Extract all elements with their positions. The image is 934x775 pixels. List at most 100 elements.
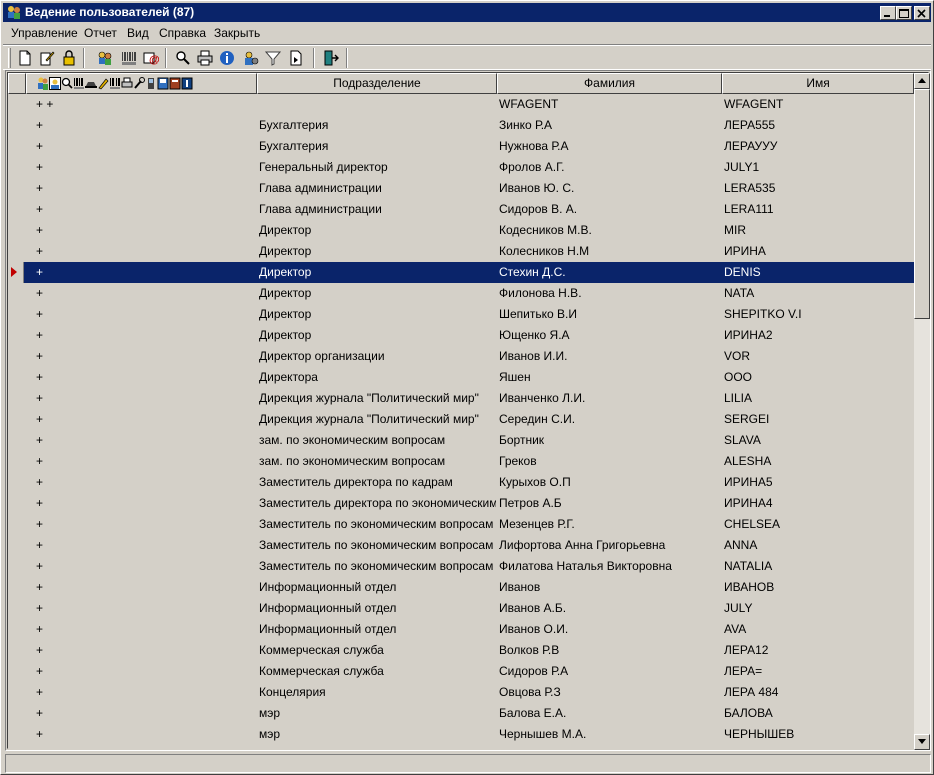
edit-button[interactable]: [37, 48, 57, 68]
header-indicator: [8, 73, 26, 94]
row-flags: +: [36, 370, 44, 384]
cell-last-name: Овцова Р.З: [499, 685, 561, 699]
toolbar-grip[interactable]: [8, 48, 11, 68]
header-first-name[interactable]: Имя: [722, 73, 914, 94]
settings-button[interactable]: [241, 48, 261, 68]
close-button[interactable]: [914, 6, 930, 20]
vertical-scrollbar[interactable]: [914, 73, 930, 750]
table-row[interactable]: + Заместитель директора по экономическим П…: [8, 493, 914, 514]
table-row[interactable]: + зам. по экономическим вопросам Бортник SL…: [8, 430, 914, 451]
table-row[interactable]: + Глава администрации Иванов Ю. С. LERA535: [8, 178, 914, 199]
exit-button[interactable]: [321, 48, 341, 68]
table-row[interactable]: + зам. по экономическим вопросам Греков ALE…: [8, 451, 914, 472]
table-row[interactable]: + Дирекция журнала "Политический мир" Сере…: [8, 409, 914, 430]
cell-last-name: Сидоров Р.А: [499, 664, 569, 678]
edit-icon: [40, 51, 55, 66]
table-row[interactable]: + Концелярия Овцова Р.З ЛЕРА 484: [8, 682, 914, 703]
user-photo-icon: [49, 77, 61, 90]
cell-last-name: Колесников Н.М: [499, 244, 590, 258]
row-flags: +: [36, 517, 44, 531]
header-department[interactable]: Подразделение: [257, 73, 497, 94]
cell-department: Заместитель по экономическим вопросам: [259, 517, 494, 531]
cell-first-name: WFAGENT: [724, 97, 784, 111]
table-row[interactable]: + Директор Ющенко Я.А ИРИНА2: [8, 325, 914, 346]
print-button[interactable]: [195, 48, 215, 68]
cell-first-name: ИРИНА2: [724, 328, 773, 342]
table-row[interactable]: + Директор Стехин Д.С. DENIS: [8, 262, 914, 283]
scroll-thumb[interactable]: [914, 89, 930, 319]
cell-first-name: SHEPITKO V.I: [724, 307, 802, 321]
exit-icon: [324, 50, 339, 66]
lock-button[interactable]: [59, 48, 79, 68]
table-row[interactable]: + Директор организации Иванов И.И. VOR: [8, 346, 914, 367]
menu-close[interactable]: Закрыть: [214, 26, 260, 40]
table-row[interactable]: + мэр Чернышев М.А. ЧЕРНЫШЕВ: [8, 724, 914, 745]
maximize-button[interactable]: [896, 6, 912, 20]
new-button[interactable]: [15, 48, 35, 68]
row-flags: +: [36, 496, 44, 510]
table-row[interactable]: + Дирекция журнала "Политический мир" Иван…: [8, 388, 914, 409]
table-row[interactable]: + Генеральный директор Фролов А.Г. JULY1: [8, 157, 914, 178]
cell-first-name: ИВАНОВ: [724, 580, 775, 594]
arrow-up-icon: [918, 78, 926, 83]
search-user-button[interactable]: [173, 48, 193, 68]
current-row-arrow-icon: [11, 267, 17, 277]
row-flags: +: [36, 349, 44, 363]
cell-last-name: Лифортова Анна Григорьевна: [499, 538, 666, 552]
table-row[interactable]: + Информационный отдел Иванов О.И. AVA: [8, 619, 914, 640]
header-icons[interactable]: [26, 73, 257, 94]
table-row[interactable]: + Бухгалтерия Нужнова Р.А ЛЕРАУУУ: [8, 136, 914, 157]
menu-report[interactable]: Отчет: [84, 26, 117, 40]
cell-last-name: Иванов Ю. С.: [499, 181, 575, 195]
table-row[interactable]: + Коммерческая служба Волков Р.В ЛЕРА12: [8, 640, 914, 661]
cell-department: Информационный отдел: [259, 580, 397, 594]
row-flags: +: [36, 244, 44, 258]
menu-manage[interactable]: Управление: [11, 26, 78, 40]
header-last-name[interactable]: Фамилия: [497, 73, 722, 94]
toolbar-separator: [165, 48, 167, 68]
row-flags: +: [36, 601, 44, 615]
users-button[interactable]: [95, 48, 115, 68]
table-row[interactable]: + Директора Яшен OOO: [8, 367, 914, 388]
title-bar[interactable]: Ведение пользователей (87): [3, 3, 931, 22]
cell-last-name: Фролов А.Г.: [499, 160, 565, 174]
table-row[interactable]: + Директор Кодесников М.В. MIR: [8, 220, 914, 241]
table-row[interactable]: + + WFAGENT WFAGENT: [8, 94, 914, 115]
minimize-button[interactable]: [880, 6, 896, 20]
info-icon: [220, 51, 234, 65]
email-button[interactable]: @: [141, 48, 161, 68]
row-indicator: [8, 262, 24, 283]
table-row[interactable]: + Заместитель по экономическим вопросам Фи…: [8, 556, 914, 577]
table-row[interactable]: + Заместитель по экономическим вопросам Ли…: [8, 535, 914, 556]
table-row[interactable]: + Заместитель директора по кадрам Курыхов …: [8, 472, 914, 493]
menu-view[interactable]: Вид: [127, 26, 149, 40]
cell-first-name: MIR: [724, 223, 746, 237]
table-row[interactable]: + Директор Филонова Н.В. NATA: [8, 283, 914, 304]
cell-department: Заместитель по экономическим вопросам: [259, 538, 494, 552]
barcode-button[interactable]: [119, 48, 139, 68]
cell-department: Директор: [259, 286, 312, 300]
table-row[interactable]: + Глава администрации Сидоров В. А. LERA111: [8, 199, 914, 220]
menu-help[interactable]: Справка: [159, 26, 206, 40]
export-button[interactable]: [286, 48, 306, 68]
table-row[interactable]: + Информационный отдел Иванов ИВАНОВ: [8, 577, 914, 598]
cell-last-name: Яшен: [499, 370, 531, 384]
row-flags: +: [36, 118, 44, 132]
scroll-up-button[interactable]: [914, 73, 930, 89]
cell-last-name: WFAGENT: [499, 97, 559, 111]
table-row[interactable]: + Директор Шепитько В.И SHEPITKO V.I: [8, 304, 914, 325]
table-row[interactable]: + Коммерческая служба Сидоров Р.А ЛЕРА=: [8, 661, 914, 682]
filter-button[interactable]: [263, 48, 283, 68]
table-row[interactable]: + Директор Колесников Н.М ИРИНА: [8, 241, 914, 262]
scroll-down-button[interactable]: [914, 734, 930, 750]
table-row[interactable]: + мэр Балова Е.А. БАЛОВА: [8, 703, 914, 724]
table-row[interactable]: + Информационный отдел Иванов А.Б. JULY: [8, 598, 914, 619]
table-row[interactable]: + Бухгалтерия Зинко Р.А ЛЕРА555: [8, 115, 914, 136]
row-flags: +: [36, 328, 44, 342]
users-grid[interactable]: Подразделение Фамилия Имя + + WFAGENT WFAG…: [5, 70, 931, 751]
row-flags: +: [36, 160, 44, 174]
table-row[interactable]: + Заместитель по экономическим вопросам Ме…: [8, 514, 914, 535]
info-button[interactable]: [217, 48, 237, 68]
settings-icon: [245, 51, 259, 65]
cell-first-name: ALESHA: [724, 454, 772, 468]
